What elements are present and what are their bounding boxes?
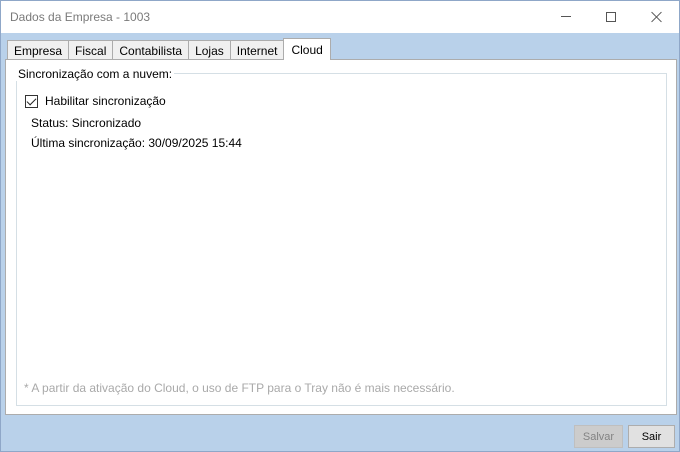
sync-status-text: Status: Sincronizado	[31, 116, 142, 130]
close-icon	[651, 11, 663, 23]
ftp-note: * A partir da ativação do Cloud, o uso d…	[24, 381, 455, 395]
tab-cloud[interactable]: Cloud	[283, 38, 331, 60]
tab-internet[interactable]: Internet	[229, 40, 285, 60]
enable-sync-checkbox[interactable]: Habilitar sincronização	[25, 94, 166, 108]
tab-strip: Empresa Fiscal Contabilista Lojas Intern…	[7, 38, 331, 60]
cloud-tab-page: Sincronização com a nuvem:	[5, 59, 677, 415]
tab-contabilista[interactable]: Contabilista	[112, 40, 190, 60]
save-button[interactable]: Salvar	[574, 425, 623, 448]
tab-fiscal[interactable]: Fiscal	[68, 40, 114, 60]
close-button[interactable]	[634, 1, 680, 32]
last-sync-text: Última sincronização: 30/09/2025 15:44	[31, 136, 242, 150]
tab-lojas[interactable]: Lojas	[188, 40, 231, 60]
title-bar[interactable]: Dados da Empresa - 1003	[1, 1, 679, 33]
tab-empresa[interactable]: Empresa	[7, 40, 70, 60]
checkbox-checked-icon[interactable]	[25, 94, 38, 108]
enable-sync-label[interactable]: Habilitar sincronização	[45, 94, 166, 108]
dialog-window: Dados da Empresa - 1003 Empresa Fiscal C…	[0, 0, 680, 452]
minimize-button[interactable]	[543, 1, 589, 32]
window-title: Dados da Empresa - 1003	[10, 10, 151, 24]
exit-button[interactable]: Sair	[628, 425, 675, 448]
maximize-icon	[606, 11, 616, 22]
maximize-button[interactable]	[588, 1, 634, 32]
sync-group-title: Sincronização com a nuvem:	[16, 67, 175, 81]
minimize-icon	[561, 16, 571, 17]
